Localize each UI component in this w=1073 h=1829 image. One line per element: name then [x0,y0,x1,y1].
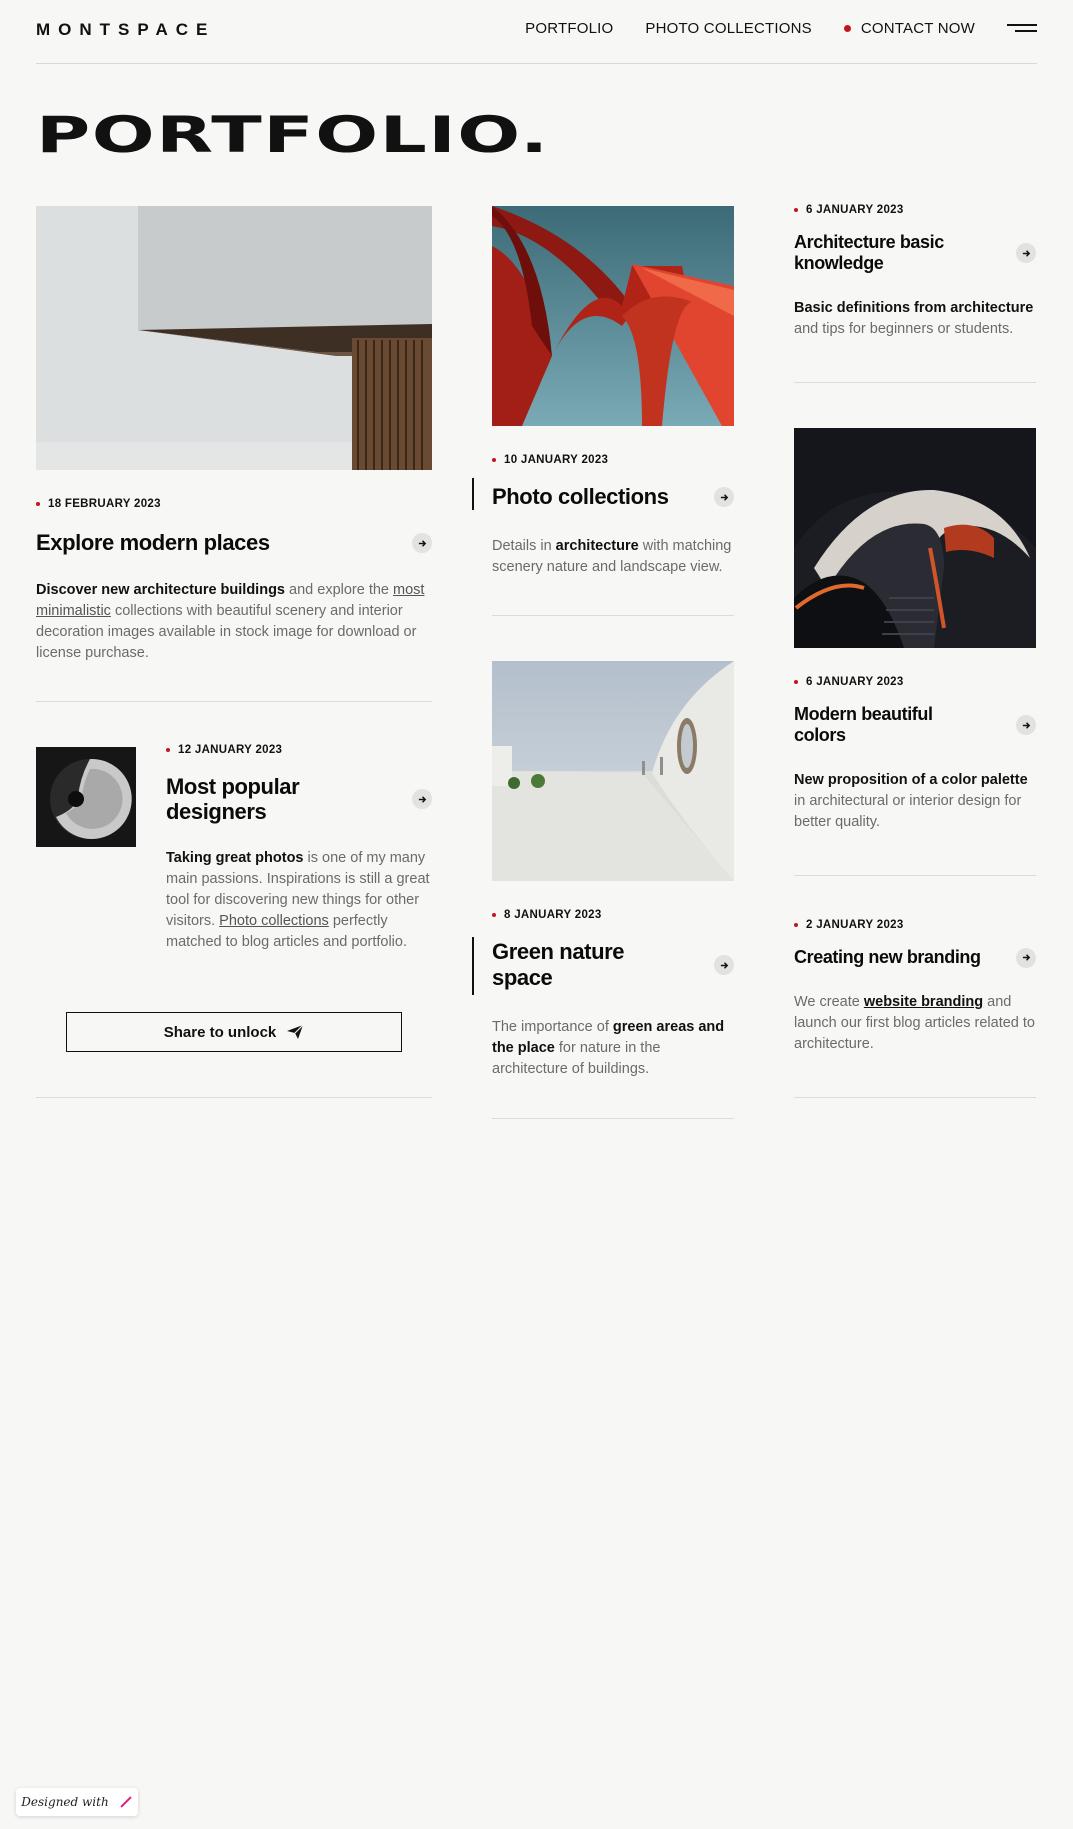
share-button-label: Share to unlock [163,1023,277,1041]
nav-contact-label: CONTACT NOW [860,20,975,37]
card-photo-collections: 10 JANUARY 2023 Photo collections Detail… [472,454,734,578]
card-description: The importance of green areas and the pl… [492,1019,725,1077]
card-date: 6 JANUARY 2023 [794,204,1036,216]
card-title[interactable]: Photo collections [492,484,669,510]
dark-staircase-image[interactable] [794,428,1036,648]
divider [36,1097,432,1098]
arrow-right-icon[interactable] [714,487,734,507]
site-header: MONTSPACE PORTFOLIO PHOTO COLLECTIONS CO… [36,0,1037,64]
arrow-right-icon[interactable] [1016,243,1036,263]
divider [794,875,1036,876]
hamburger-menu-icon[interactable] [1007,23,1037,34]
card-description: Discover new architecture buildings and … [36,582,425,661]
card-modern-colors: 6 JANUARY 2023 Modern beautiful colors N… [794,676,1036,833]
spiral-staircase-image[interactable] [36,747,136,847]
paper-plane-icon [287,1024,304,1039]
divider [492,1118,734,1119]
card-date: 8 JANUARY 2023 [492,909,734,921]
accent-bar [472,478,474,510]
card-title-row: Photo collections [472,478,734,510]
card-description: New proposition of a color palette in ar… [794,772,1028,830]
card-description: Taking great photos is one of my many ma… [166,850,430,950]
card-title-row: Creating new branding [794,947,1036,968]
card-date: 18 FEBRUARY 2023 [36,498,432,510]
pen-icon [120,1796,132,1808]
designed-with-label: Designed with [21,1795,109,1809]
modern-building-image[interactable] [36,206,432,470]
divider [36,701,432,702]
designed-with-badge[interactable]: Designed with [16,1788,138,1816]
card-title[interactable]: Architecture basic knowledge [794,232,964,274]
card-designers: 12 JANUARY 2023 Most popular designers T… [166,744,432,953]
card-title-row: Explore modern places [36,530,432,556]
share-to-unlock-button[interactable]: Share to unlock [66,1012,402,1052]
arrow-right-icon[interactable] [412,789,432,809]
card-description: We create website branding and launch ou… [794,994,1035,1052]
nav-portfolio[interactable]: PORTFOLIO [525,20,613,37]
site-logo[interactable]: MONTSPACE [36,20,215,40]
card-explore: 18 FEBRUARY 2023 Explore modern places D… [36,498,432,664]
accent-bar [472,937,474,995]
card-green-nature: 8 JANUARY 2023 Green nature space The im… [472,909,734,1080]
card-title[interactable]: Green nature space [492,939,652,991]
card-title[interactable]: Most popular designers [166,774,336,824]
arrow-right-icon[interactable] [1016,715,1036,735]
red-sculpture-image[interactable] [492,206,734,426]
nav-photo-collections[interactable]: PHOTO COLLECTIONS [645,20,812,37]
card-date: 12 JANUARY 2023 [166,744,432,756]
main-nav: PORTFOLIO PHOTO COLLECTIONS CONTACT NOW [525,20,1037,37]
contact-dot-icon [843,25,851,32]
card-title-row: Architecture basic knowledge [794,232,1036,274]
divider [794,1097,1036,1098]
card-new-branding: 2 JANUARY 2023 Creating new branding We … [794,919,1036,1055]
card-title-row: Modern beautiful colors [794,704,1036,746]
card-title[interactable]: Explore modern places [36,530,270,556]
nav-contact[interactable]: CONTACT NOW [843,20,975,37]
card-date: 2 JANUARY 2023 [794,919,1036,931]
arrow-right-icon[interactable] [714,955,734,975]
card-date: 10 JANUARY 2023 [492,454,734,466]
card-title-row: Green nature space [472,937,734,995]
card-title[interactable]: Creating new branding [794,947,981,968]
card-architecture-basic: 6 JANUARY 2023 Architecture basic knowle… [794,204,1036,340]
card-title-row: Most popular designers [166,774,432,824]
divider [794,382,1036,383]
arrow-right-icon[interactable] [1016,947,1036,968]
card-description: Basic definitions from architecture and … [794,300,1034,337]
page-title: PORTFOLIO. [36,106,550,164]
website-branding-link[interactable]: website branding [864,994,983,1010]
card-date: 6 JANUARY 2023 [794,676,1036,688]
card-title[interactable]: Modern beautiful colors [794,704,964,746]
card-description: Details in architecture with matching sc… [492,538,732,575]
arrow-right-icon[interactable] [412,533,432,553]
divider [492,615,734,616]
white-plaza-image[interactable] [492,661,734,881]
photo-collections-link[interactable]: Photo collections [219,913,329,929]
